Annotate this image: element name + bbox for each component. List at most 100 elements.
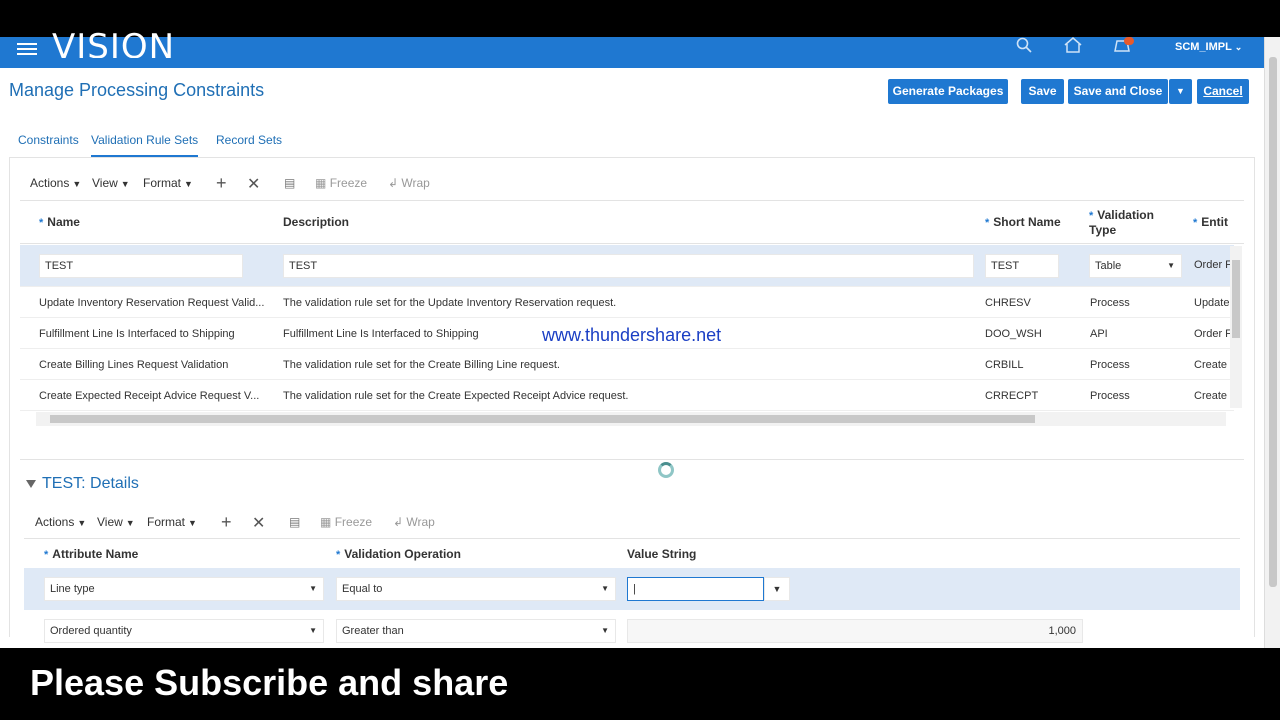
grid-horizontal-scrollbar[interactable] [36,412,1226,426]
row-name: Create Expected Receipt Advice Request V… [39,390,260,402]
view-menu-label: View [92,176,118,190]
column-header-entity[interactable]: * Entit [1193,215,1228,229]
column-header-short-name[interactable]: * Short Name [985,215,1061,229]
view-menu[interactable]: View ▼ [97,515,135,529]
attribute-name-select[interactable]: Ordered quantity ▼ [44,619,324,643]
delete-icon[interactable]: ✕ [252,513,265,533]
row-short-name: CRRECPT [985,390,1039,402]
validation-operation-select[interactable]: Equal to ▼ [336,577,616,601]
caret-down-icon: ▼ [72,179,82,189]
validation-operation-select[interactable]: Greater than ▼ [336,619,616,643]
grid-header: * Name Description * Short Name * Validatio… [20,200,1244,244]
actions-menu-label: Actions [30,176,70,190]
grid-toolbar: Actions ▼ View ▼ Format ▼ + ✕ ▤ ▦ Freeze ↲ … [30,173,450,196]
view-menu[interactable]: View ▼ [92,176,130,190]
description-field[interactable]: TEST [283,254,974,278]
actions-menu[interactable]: Actions ▼ [30,176,81,190]
caret-down-icon: ▼ [309,626,317,635]
table-row[interactable]: Create Billing Lines Request Validation … [20,349,1234,380]
watermark-text: www.thundershare.net [542,325,722,345]
grid-vertical-scrollbar[interactable] [1230,246,1242,408]
notification-badge [1124,37,1134,45]
search-icon[interactable] [1014,37,1034,55]
row-entity: Order F [1194,328,1230,340]
save-options-dropdown[interactable]: ▼ [1169,79,1192,104]
menu-icon[interactable] [17,40,37,60]
save-and-close-button[interactable]: Save and Close [1068,79,1168,104]
user-menu[interactable]: SCM_IMPL ⌄ [1175,41,1242,53]
row-entity: Create [1194,359,1228,371]
attribute-name-select[interactable]: Line type ▼ [44,577,324,601]
short-name-field[interactable]: TEST [985,254,1059,278]
page-scrollbar-thumb[interactable] [1269,57,1277,587]
wrap-button[interactable]: ↲ Wrap [388,176,430,190]
cancel-button[interactable]: Cancel [1197,79,1249,104]
page-title: Manage Processing Constraints [9,80,265,100]
table-row[interactable]: Create Expected Receipt Advice Request V… [20,380,1234,411]
column-header-validation-operation[interactable]: * Validation Operation [336,547,461,561]
table-row[interactable]: Update Inventory Reservation Request Val… [20,287,1234,318]
row-entity: Update [1194,297,1230,309]
freeze-label: Freeze [334,515,373,529]
caret-down-icon: ▼ [125,518,135,528]
tab-validation-rule-sets[interactable]: Validation Rule Sets [91,133,199,158]
details-row-selected[interactable]: Line type ▼ Equal to ▼ | ▼ [24,568,1240,610]
app-header: VISION SCM_IMPL ⌄ [0,27,1264,68]
row-short-name: CRBILL [985,359,1024,371]
row-short-name: CHRESV [985,297,1031,309]
caret-down-icon: ▼ [184,179,193,189]
delete-icon[interactable]: ✕ [247,174,260,194]
row-type: Process [1090,359,1130,371]
grid-horizontal-scrollbar-thumb[interactable] [50,415,1035,423]
generate-packages-button[interactable]: Generate Packages [888,79,1008,104]
details-row[interactable]: Ordered quantity ▼ Greater than ▼ 1,000 [24,610,1240,648]
actions-menu[interactable]: Actions ▼ [35,515,86,529]
format-menu[interactable]: Format ▼ [143,176,193,190]
loading-spinner-icon [658,462,674,478]
column-header-validation-operation-label: Validation Operation [344,547,461,561]
grid-vertical-scrollbar-thumb[interactable] [1232,260,1240,338]
detach-icon[interactable]: ▤ [284,176,295,190]
add-icon[interactable]: + [221,512,232,533]
row-description: The validation rule set for the Create B… [283,359,560,371]
required-marker: * [1193,217,1198,229]
required-marker: * [336,549,341,561]
column-header-attribute-name[interactable]: * Attribute Name [44,547,138,561]
freeze-button[interactable]: ▦ Freeze [320,515,372,529]
column-header-validation-type[interactable]: * Validation Type [1089,208,1154,237]
table-row-selected[interactable]: TEST TEST TEST Table ▼ Order F [20,245,1234,287]
row-short-name: DOO_WSH [985,328,1042,340]
format-menu[interactable]: Format ▼ [147,515,197,529]
wrap-button[interactable]: ↲ Wrap [393,515,435,529]
add-icon[interactable]: + [216,173,227,194]
tab-constraints[interactable]: Constraints [18,133,79,147]
entity-value: Order F [1194,259,1230,271]
detach-icon[interactable]: ▤ [289,515,300,529]
freeze-label: Freeze [329,176,368,190]
freeze-button[interactable]: ▦ Freeze [315,176,367,190]
row-description: Fulfillment Line Is Interfaced to Shippi… [283,328,479,340]
format-menu-label: Format [147,515,186,529]
column-header-value-string[interactable]: Value String [627,547,696,561]
column-header-attribute-name-label: Attribute Name [52,547,139,561]
tab-record-sets[interactable]: Record Sets [216,133,282,147]
page-scrollbar[interactable] [1264,37,1280,648]
collapse-triangle-icon[interactable] [26,480,36,488]
validation-type-select[interactable]: Table ▼ [1089,254,1182,278]
column-header-description[interactable]: Description [283,215,349,229]
attribute-name-value: Ordered quantity [50,625,132,637]
value-string-field[interactable]: 1,000 [627,619,1083,643]
value-string-input[interactable]: | [627,577,764,601]
column-header-name[interactable]: * Name [39,215,80,229]
actions-menu-label: Actions [35,515,75,529]
name-field[interactable]: TEST [39,254,243,278]
value-string-dropdown[interactable]: ▼ [764,577,790,601]
caret-down-icon: ▼ [1176,86,1185,96]
column-header-validation-type-line2: Type [1089,223,1117,237]
caret-down-icon: ▼ [120,179,130,189]
save-button[interactable]: Save [1021,79,1064,104]
home-icon[interactable] [1063,37,1083,55]
details-grid-header: * Attribute Name * Validation Operation Va… [24,538,1240,568]
caret-down-icon: ▼ [601,626,609,635]
section-divider [20,459,1244,460]
